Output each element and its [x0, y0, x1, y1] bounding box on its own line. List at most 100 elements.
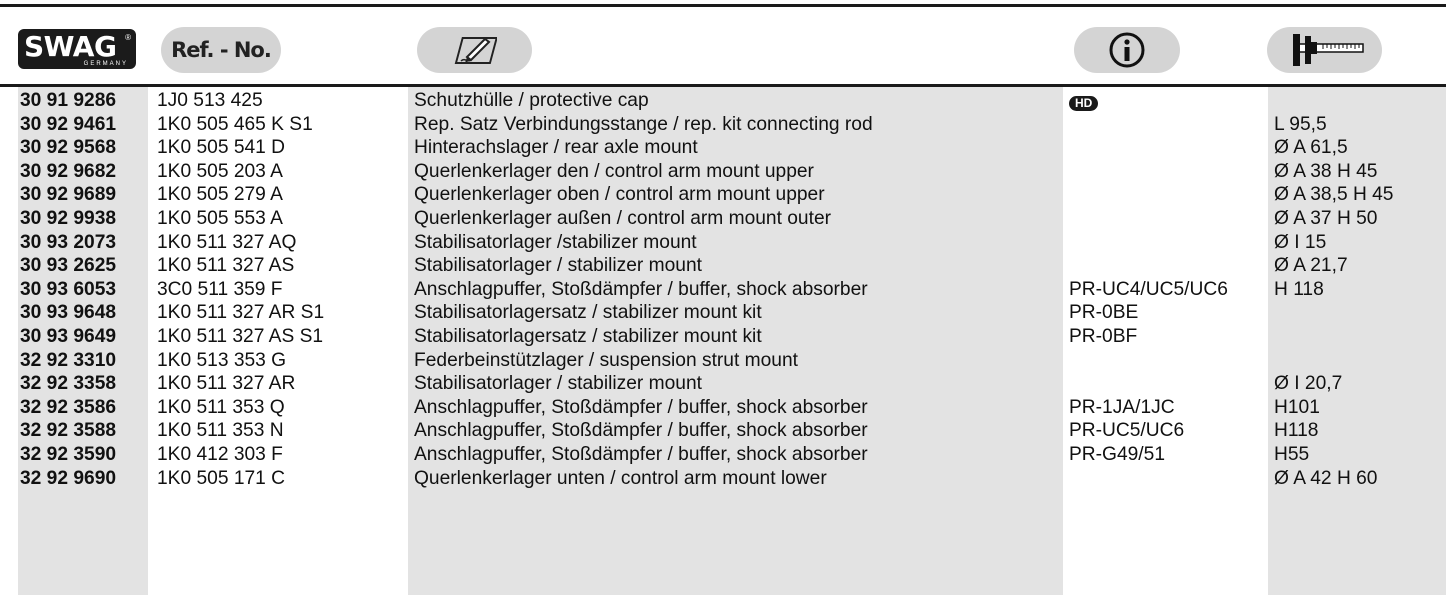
- reference-number: 1K0 505 203 A: [157, 160, 283, 182]
- article-number: 32 92 9690: [20, 467, 117, 489]
- logo-subtitle: GERMANY: [83, 61, 128, 67]
- part-description: Hinterachslager / rear axle mount: [414, 137, 698, 159]
- dimension-value: Ø I 15: [1274, 231, 1327, 253]
- pen-writing-icon: [454, 37, 497, 64]
- badge-holder: HD: [1069, 89, 1099, 112]
- part-description: Querlenkerlager unten / control arm moun…: [414, 467, 827, 489]
- reference-number: 1K0 505 279 A: [157, 184, 283, 206]
- info-icon: [1109, 32, 1145, 68]
- table-row: 30 93 2625 1K0 511 327 AS Stabilisatorlage…: [0, 254, 1446, 277]
- article-number: 30 93 2625: [20, 255, 117, 277]
- table-row: 32 92 9690 1K0 505 171 C Querlenkerlager u…: [0, 467, 1446, 490]
- part-description: Stabilisatorlagersatz / stabilizer mount…: [414, 326, 762, 347]
- table-row: 32 92 3590 1K0 412 303 F Anschlagpuffer, S…: [0, 443, 1446, 466]
- reference-number: 1K0 511 327 AR: [157, 373, 296, 395]
- reference-number: 1J0 513 425: [157, 90, 263, 111]
- caliper-icon: [1292, 34, 1364, 66]
- dimensions-header: [1267, 27, 1382, 73]
- info-header: [1074, 27, 1180, 73]
- table-row: 30 93 9648 1K0 511 327 AR S1 Stabilisatorl…: [0, 301, 1446, 324]
- part-description: Anschlagpuffer, Stoßdämpfer / buffer, sh…: [414, 278, 868, 300]
- table-row: 30 93 6053 3C0 511 359 F Anschlagpuffer, S…: [0, 278, 1446, 301]
- part-description: Stabilisatorlagersatz / stabilizer mount…: [414, 302, 762, 324]
- description-header: [417, 27, 532, 73]
- reference-number: 1K0 505 541 D: [157, 137, 286, 159]
- reference-number: 1K0 505 171 C: [157, 467, 286, 489]
- part-description: Querlenkerlager oben / control arm mount…: [414, 184, 825, 206]
- part-description: Stabilisatorlager / stabilizer mount: [414, 255, 702, 277]
- info-text: PR-0BE: [1069, 302, 1139, 324]
- article-number: 30 93 2073: [20, 231, 117, 253]
- dimension-value: Ø A 38,5 H 45: [1274, 184, 1394, 206]
- registered-mark: ®: [125, 33, 131, 42]
- logo-wordmark: SWAG: [24, 30, 117, 63]
- part-description: Stabilisatorlager /stabilizer mount: [414, 231, 697, 253]
- article-number: 30 92 9938: [20, 208, 117, 229]
- info-text: PR-G49/51: [1069, 444, 1165, 465]
- table-row: 32 92 3588 1K0 511 353 N Anschlagpuffer, S…: [0, 419, 1446, 442]
- reference-number: 1K0 511 327 AS S1: [157, 326, 324, 347]
- table-row: 32 92 3310 1K0 513 353 G Federbeinstützlag…: [0, 349, 1446, 372]
- reference-number: 1K0 511 327 AR S1: [157, 302, 325, 324]
- part-description: Anschlagpuffer, Stoßdämpfer / buffer, sh…: [414, 396, 868, 418]
- reference-number: 1K0 511 327 AS: [157, 255, 295, 277]
- table-row: 30 92 9461 1K0 505 465 K S1 Rep. Satz Verb…: [0, 113, 1446, 136]
- dimension-value: Ø A 37 H 50: [1274, 208, 1378, 229]
- table-row: 30 91 9286 1J0 513 425 Schutzhülle / prote…: [0, 89, 1446, 112]
- table-row: 32 92 3358 1K0 511 327 AR Stabilisatorlage…: [0, 372, 1446, 395]
- part-description: Anschlagpuffer, Stoßdämpfer / buffer, sh…: [414, 444, 868, 465]
- dimension-value: Ø A 38 H 45: [1274, 160, 1378, 182]
- dimension-value: L 95,5: [1274, 113, 1327, 135]
- header-rule: [0, 84, 1446, 87]
- reference-number: 1K0 511 353 Q: [157, 396, 285, 418]
- dimension-value: Ø I 20,7: [1274, 373, 1343, 395]
- reference-number: 1K0 412 303 F: [157, 444, 283, 465]
- reference-number: 1K0 511 327 AQ: [157, 231, 297, 253]
- article-number: 30 92 9461: [20, 113, 117, 135]
- article-number: 30 91 9286: [20, 90, 117, 111]
- table-row: 32 92 3586 1K0 511 353 Q Anschlagpuffer, S…: [0, 396, 1446, 419]
- part-description: Stabilisatorlager / stabilizer mount: [414, 373, 702, 395]
- dimension-value: H 118: [1274, 278, 1324, 300]
- part-description: Querlenkerlager den / control arm mount …: [414, 160, 814, 182]
- table-row: 30 93 2073 1K0 511 327 AQ Stabilisatorlage…: [0, 231, 1446, 254]
- dimension-value: Ø A 42 H 60: [1274, 467, 1378, 489]
- article-number: 32 92 3590: [20, 444, 117, 465]
- reference-number: 1K0 513 353 G: [157, 349, 287, 371]
- table-header: SWAG ® GERMANY Ref. - No.: [0, 7, 1446, 84]
- table-row: 30 93 9649 1K0 511 327 AS S1 Stabilisatorl…: [0, 325, 1446, 348]
- article-number: 30 93 9649: [20, 326, 117, 347]
- hd-badge: HD: [1069, 96, 1099, 111]
- part-description: Rep. Satz Verbindungsstange / rep. kit c…: [414, 113, 873, 135]
- dimension-value: Ø A 21,7: [1274, 255, 1348, 277]
- reference-number: 3C0 511 359 F: [157, 278, 283, 300]
- table-row: 30 92 9682 1K0 505 203 A Querlenkerlager d…: [0, 160, 1446, 183]
- info-text: PR-UC4/UC5/UC6: [1069, 278, 1228, 300]
- dimension-value: H55: [1274, 444, 1310, 465]
- article-number: 32 92 3586: [20, 396, 117, 418]
- table-row: 30 92 9938 1K0 505 553 A Querlenkerlager a…: [0, 207, 1446, 230]
- article-number: 32 92 3310: [20, 349, 117, 371]
- info-text: PR-UC5/UC6: [1069, 420, 1185, 442]
- article-number: 32 92 3358: [20, 373, 117, 395]
- table-row: 30 92 9689 1K0 505 279 A Querlenkerlager o…: [0, 183, 1446, 206]
- article-number: 30 92 9689: [20, 184, 117, 206]
- article-number: 32 92 3588: [20, 420, 117, 442]
- article-number: 30 92 9682: [20, 160, 117, 182]
- ref-no-label: Ref. - No.: [171, 38, 272, 62]
- part-description: Federbeinstützlager / suspension strut m…: [414, 349, 798, 371]
- reference-number: 1K0 505 553 A: [157, 208, 283, 229]
- part-description: Querlenkerlager außen / control arm moun…: [414, 208, 832, 229]
- info-text: PR-1JA/1JC: [1069, 396, 1175, 418]
- dimension-value: H118: [1274, 420, 1319, 442]
- reference-number: 1K0 505 465 K S1: [157, 113, 313, 135]
- part-description: Schutzhülle / protective cap: [414, 90, 649, 111]
- dimension-value: Ø A 61,5: [1274, 137, 1348, 159]
- info-text: PR-0BF: [1069, 326, 1138, 347]
- swag-logo: SWAG ® GERMANY: [18, 29, 136, 69]
- reference-number: 1K0 511 353 N: [157, 420, 284, 442]
- table-row: 30 92 9568 1K0 505 541 D Hinterachslager /…: [0, 136, 1446, 159]
- dimension-value: H101: [1274, 396, 1320, 418]
- article-number: 30 93 6053: [20, 278, 117, 300]
- article-number: 30 92 9568: [20, 137, 117, 159]
